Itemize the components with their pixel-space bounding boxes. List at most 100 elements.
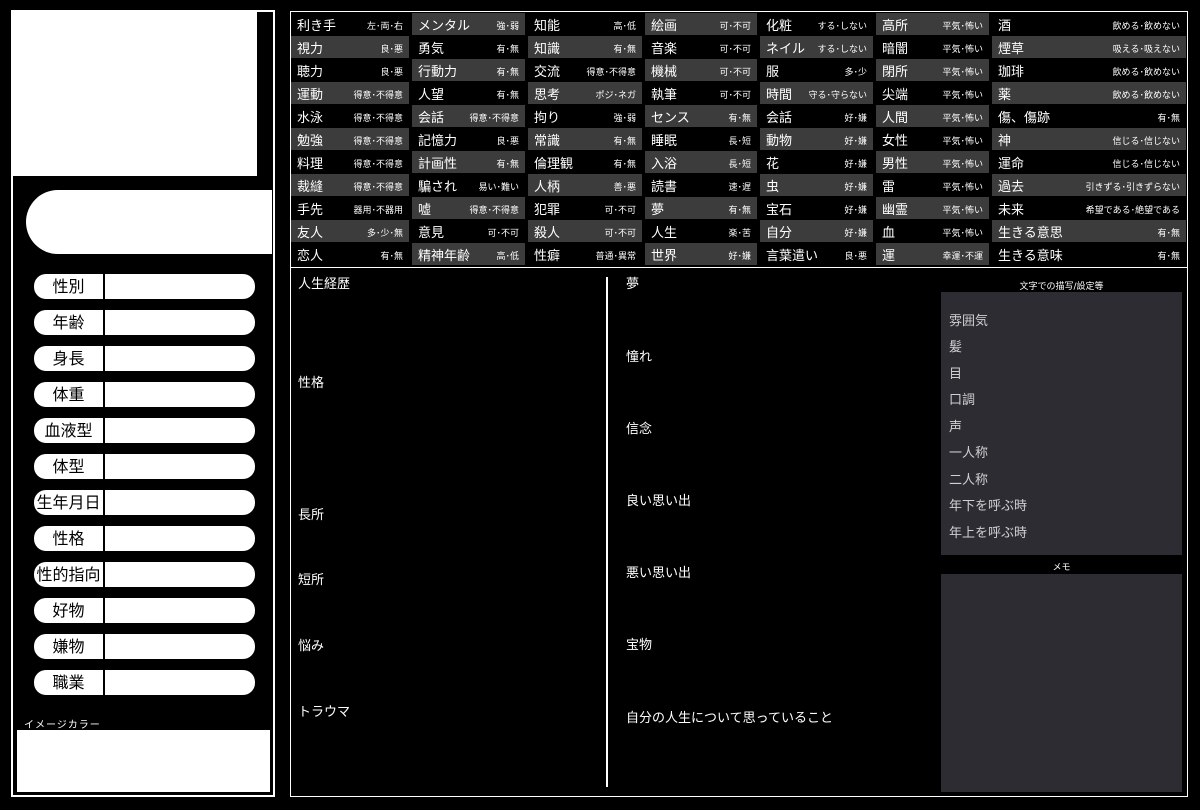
trait-cell[interactable]: 騙され 易い･難い [412,174,525,196]
portrait-box[interactable] [11,10,257,176]
trait-cell[interactable]: 暗闇 平気･怖い [876,36,989,58]
trait-cell[interactable]: 自分 好･嫌 [760,220,873,242]
occupation-field[interactable] [105,670,255,695]
trait-cell[interactable]: 精神年齢 高･低 [412,243,525,265]
trait-cell[interactable]: 勇気 有･無 [412,36,525,58]
trait-cell[interactable]: 会話 得意･不得意 [412,105,525,127]
trait-cell[interactable]: 化粧 する･しない [760,13,873,35]
trait-cell[interactable]: 裁縫 得意･不得意 [291,174,409,196]
personality-field[interactable] [105,526,255,551]
question-admiration[interactable]: 憧れ [626,346,652,365]
trait-cell[interactable]: 絵画 可･不可 [645,13,757,35]
trait-cell[interactable]: 動物 好･嫌 [760,128,873,150]
question-belief[interactable]: 信念 [626,418,652,437]
image-color-field[interactable] [17,730,270,792]
question-trauma[interactable]: トラウマ [298,701,350,720]
trait-cell[interactable]: 高所 平気･怖い [876,13,989,35]
question-personality[interactable]: 性格 [298,372,324,391]
trait-cell[interactable]: 常識 有･無 [528,128,642,150]
blood-type-field[interactable] [105,418,255,443]
orientation-field[interactable] [105,562,255,587]
question-strengths[interactable]: 長所 [298,504,324,523]
question-treasure[interactable]: 宝物 [626,634,652,653]
trait-cell[interactable]: 執筆 可･不可 [645,82,757,104]
trait-cell[interactable]: 意見 可･不可 [412,220,525,242]
memo-box[interactable] [941,574,1182,792]
trait-cell[interactable]: 拘り 強･弱 [528,105,642,127]
trait-cell[interactable]: 友人 多･少･無 [291,220,409,242]
trait-cell[interactable]: メンタル 強･弱 [412,13,525,35]
trait-cell[interactable]: 傷、傷跡 有･無 [992,105,1186,127]
question-weaknesses[interactable]: 短所 [298,569,324,588]
body-type-field[interactable] [105,454,255,479]
weight-field[interactable] [105,382,255,407]
trait-cell[interactable]: 尖端 平気･怖い [876,82,989,104]
trait-cell[interactable]: 未来 希望である･絶望である [992,197,1186,219]
dislikes-field[interactable] [105,634,255,659]
trait-cell[interactable]: 酒 飲める･飲めない [992,13,1186,35]
trait-cell[interactable]: 雷 平気･怖い [876,174,989,196]
trait-cell[interactable]: 音楽 可･不可 [645,36,757,58]
trait-cell[interactable]: 勉強 得意･不得意 [291,128,409,150]
trait-cell[interactable]: 運 幸運･不運 [876,243,989,265]
age-field[interactable] [105,310,255,335]
trait-cell[interactable]: 知識 有･無 [528,36,642,58]
trait-cell[interactable]: 思考 ポジ･ネガ [528,82,642,104]
trait-cell[interactable]: 過去 引きずる･引きずらない [992,174,1186,196]
likes-field[interactable] [105,598,255,623]
trait-cell[interactable]: 入浴 長･短 [645,151,757,173]
height-field[interactable] [105,346,255,371]
question-dream[interactable]: 夢 [626,273,639,292]
question-good-memory[interactable]: 良い思い出 [626,490,691,509]
question-life-thoughts[interactable]: 自分の人生について思っていること [626,707,833,726]
trait-cell[interactable]: 薬 飲める･飲めない [992,82,1186,104]
trait-cell[interactable]: 計画性 有･無 [412,151,525,173]
question-worries[interactable]: 悩み [298,635,324,654]
trait-cell[interactable]: 水泳 得意･不得意 [291,105,409,127]
trait-cell[interactable]: 嘘 得意･不得意 [412,197,525,219]
trait-cell[interactable]: 知能 高･低 [528,13,642,35]
trait-cell[interactable]: 生きる意味 有･無 [992,243,1186,265]
trait-cell[interactable]: 犯罪 可･不可 [528,197,642,219]
trait-cell[interactable]: 時間 守る･守らない [760,82,873,104]
trait-cell[interactable]: 利き手 左･両･右 [291,13,409,35]
trait-cell[interactable]: 女性 平気･怖い [876,128,989,150]
trait-cell[interactable]: 世界 好･嫌 [645,243,757,265]
trait-cell[interactable]: 読書 速･遅 [645,174,757,196]
description-box[interactable] [941,292,1182,555]
question-bad-memory[interactable]: 悪い思い出 [626,562,691,581]
trait-cell[interactable]: 夢 有･無 [645,197,757,219]
trait-cell[interactable]: 服 多･少 [760,59,873,81]
trait-cell[interactable]: 運動 得意･不得意 [291,82,409,104]
trait-cell[interactable]: 会話 好･嫌 [760,105,873,127]
trait-cell[interactable]: 珈琲 飲める･飲めない [992,59,1186,81]
trait-cell[interactable]: 料理 得意･不得意 [291,151,409,173]
trait-cell[interactable]: 視力 良･悪 [291,36,409,58]
trait-cell[interactable]: 人望 有･無 [412,82,525,104]
trait-cell[interactable]: 生きる意思 有･無 [992,220,1186,242]
trait-cell[interactable]: 交流 得意･不得意 [528,59,642,81]
trait-cell[interactable]: 殺人 可･不可 [528,220,642,242]
trait-cell[interactable]: 幽霊 平気･怖い [876,197,989,219]
trait-cell[interactable]: 倫理観 有･無 [528,151,642,173]
trait-cell[interactable]: 虫 好･嫌 [760,174,873,196]
trait-cell[interactable]: 性癖 普通･異常 [528,243,642,265]
trait-cell[interactable]: 閉所 平気･怖い [876,59,989,81]
trait-cell[interactable]: 宝石 好･嫌 [760,197,873,219]
trait-cell[interactable]: ネイル する･しない [760,36,873,58]
trait-cell[interactable]: 恋人 有･無 [291,243,409,265]
trait-cell[interactable]: 人間 平気･怖い [876,105,989,127]
trait-cell[interactable]: 人生 楽･苦 [645,220,757,242]
gender-field[interactable] [105,274,255,299]
trait-cell[interactable]: 聴力 良･悪 [291,59,409,81]
trait-cell[interactable]: 機械 可･不可 [645,59,757,81]
trait-cell[interactable]: 行動力 有･無 [412,59,525,81]
trait-cell[interactable]: 男性 平気･怖い [876,151,989,173]
trait-cell[interactable]: 花 好･嫌 [760,151,873,173]
question-life-history[interactable]: 人生経歴 [298,273,350,292]
trait-cell[interactable]: 神 信じる･信じない [992,128,1186,150]
trait-cell[interactable]: 運命 信じる･信じない [992,151,1186,173]
trait-cell[interactable]: 言葉遣い 良･悪 [760,243,873,265]
birthday-field[interactable] [105,490,255,515]
trait-cell[interactable]: 手先 器用･不器用 [291,197,409,219]
